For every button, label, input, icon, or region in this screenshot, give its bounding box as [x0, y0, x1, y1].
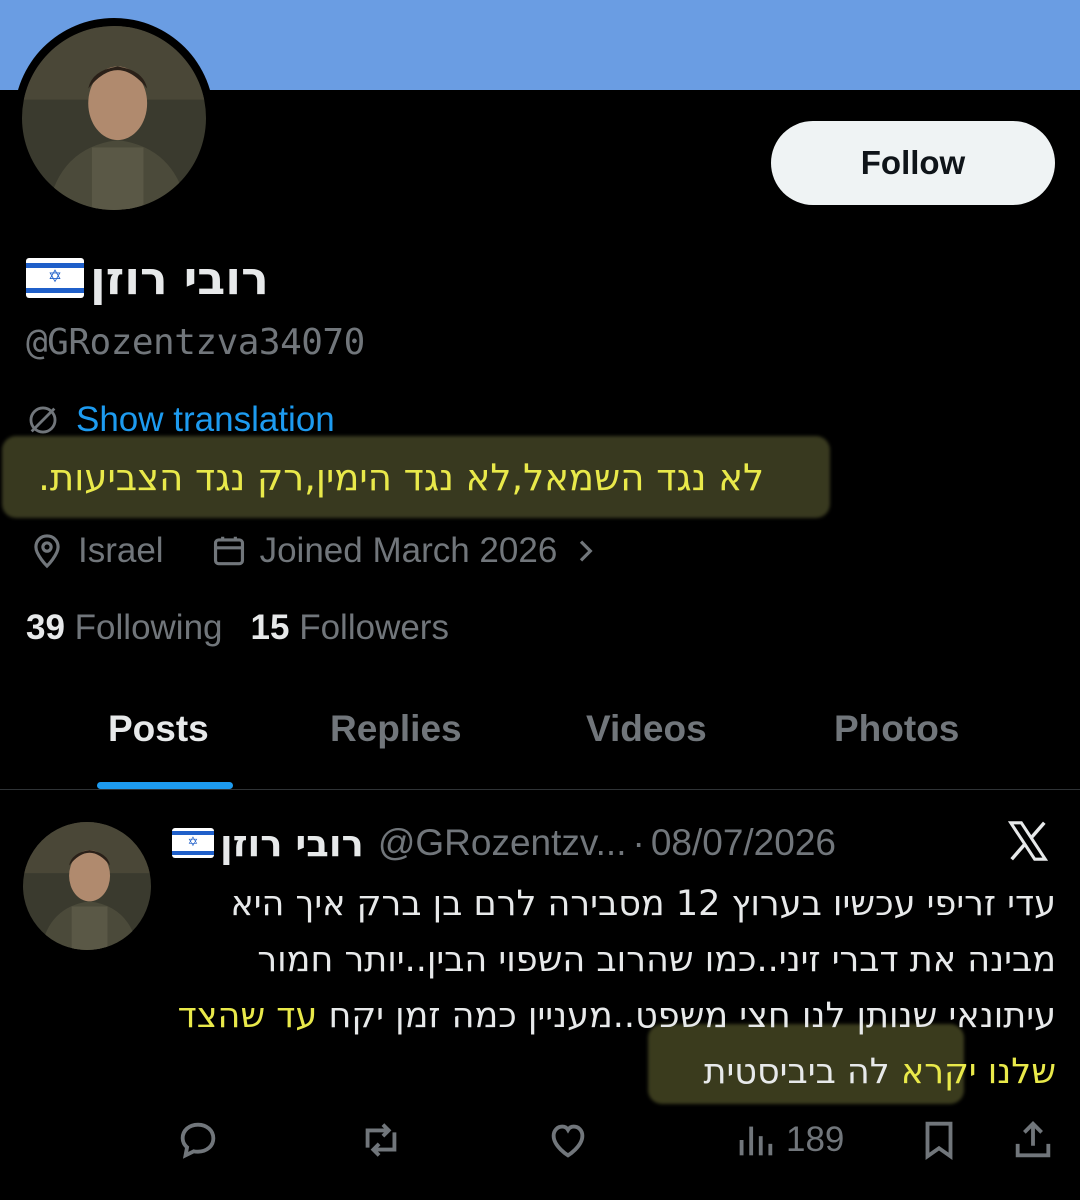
- post-text: עדי זריפי עכשיו בערוץ 12 מסבירה לרם בן ב…: [172, 876, 1056, 1100]
- following-link[interactable]: 39 Following: [26, 608, 223, 648]
- following-count: 39: [26, 608, 65, 647]
- post-date[interactable]: 08/07/2026: [651, 822, 836, 864]
- x-logo-icon: [1007, 821, 1049, 861]
- heart-icon: [551, 1124, 585, 1158]
- followers-label: Followers: [299, 608, 449, 647]
- calendar-icon: [213, 536, 244, 566]
- profile-display-name: ✡ רובי רוזן: [26, 250, 269, 306]
- repost-icon: [365, 1123, 397, 1157]
- post-text-part1: עדי זריפי עכשיו בערוץ 12 מסבירה לרם בן ב…: [230, 884, 1056, 1036]
- post-header: ✡ רובי רוזן @GRozentzv... · 08/07/2026: [172, 818, 836, 868]
- followers-link[interactable]: 15 Followers: [251, 608, 449, 648]
- like-button[interactable]: [545, 1116, 591, 1164]
- location-icon: [34, 534, 60, 569]
- post-text-part2: לה ביביסטית: [703, 1052, 901, 1092]
- reply-button[interactable]: [175, 1116, 221, 1164]
- tab-posts[interactable]: Posts: [108, 708, 209, 750]
- avatar-photo: [22, 26, 206, 210]
- share-icon: [1015, 1120, 1051, 1158]
- active-tab-indicator: [97, 782, 233, 789]
- post-avatar-photo: [23, 822, 151, 950]
- tab-photos[interactable]: Photos: [834, 708, 959, 750]
- show-translation-link[interactable]: Show translation: [26, 400, 335, 440]
- profile-stats: 39 Following 15 Followers: [26, 608, 449, 648]
- show-translation-label: Show translation: [76, 400, 335, 439]
- profile-tabs: Posts Replies Videos Photos: [0, 700, 1080, 790]
- profile-bio: לא נגד השמאל,לא נגד הימין,רק נגד הצביעות…: [38, 456, 764, 499]
- post-separator: ·: [632, 822, 645, 863]
- views-icon: [739, 1126, 773, 1156]
- repost-button[interactable]: [358, 1116, 404, 1164]
- reply-icon: [180, 1122, 216, 1159]
- followers-count: 15: [250, 608, 290, 647]
- post-actions: 189: [0, 1110, 1080, 1170]
- israel-flag-icon: ✡: [172, 828, 214, 858]
- share-button[interactable]: [1010, 1116, 1056, 1164]
- location-text: Israel: [78, 531, 164, 570]
- bookmark-button[interactable]: [916, 1116, 962, 1164]
- chevron-right-icon[interactable]: [569, 535, 601, 567]
- follow-button[interactable]: Follow: [771, 121, 1055, 205]
- tabs-divider: [0, 789, 1080, 790]
- profile-avatar[interactable]: [14, 18, 214, 218]
- bookmark-icon: [925, 1121, 953, 1160]
- following-label: Following: [74, 608, 223, 647]
- israel-flag-icon: ✡: [26, 258, 84, 298]
- display-name-text: רובי רוזן: [90, 251, 269, 305]
- post-author-name[interactable]: רובי רוזן: [220, 822, 364, 865]
- post-author-handle[interactable]: @GRozentzv...: [378, 822, 627, 864]
- tab-videos[interactable]: Videos: [586, 708, 707, 750]
- profile-meta: Israel Joined March 2026: [28, 528, 601, 574]
- tab-replies[interactable]: Replies: [330, 708, 462, 750]
- views-count: 189: [786, 1120, 845, 1159]
- post-author-avatar[interactable]: [23, 822, 151, 950]
- joined-date[interactable]: Joined March 2026: [260, 531, 558, 571]
- views-button[interactable]: 189: [732, 1116, 844, 1164]
- profile-handle: @GRozentzva34070: [26, 322, 365, 363]
- translate-icon: [29, 406, 57, 434]
